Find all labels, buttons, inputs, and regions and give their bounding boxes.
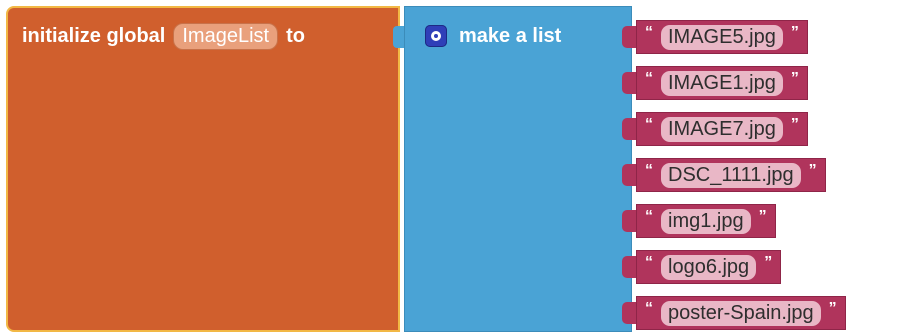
close-quote-icon: ” bbox=[808, 162, 817, 179]
open-quote-icon: “ bbox=[645, 254, 653, 271]
open-quote-icon: “ bbox=[645, 300, 653, 317]
string-block[interactable]: “ poster-Spain.jpg ” bbox=[636, 296, 846, 330]
string-block[interactable]: “ DSC_1111.jpg ” bbox=[636, 158, 826, 192]
close-quote-icon: ” bbox=[828, 300, 837, 317]
open-quote-icon: “ bbox=[645, 70, 653, 87]
string-block[interactable]: “ logo6.jpg ” bbox=[636, 250, 782, 284]
gear-icon[interactable] bbox=[425, 25, 447, 47]
string-block[interactable]: “ IMAGE7.jpg ” bbox=[636, 112, 808, 146]
make-a-list-header: make a list bbox=[425, 20, 561, 52]
string-block[interactable]: “ img1.jpg ” bbox=[636, 204, 776, 238]
open-quote-icon: “ bbox=[645, 162, 653, 179]
initialize-global-block[interactable] bbox=[6, 6, 400, 332]
string-block[interactable]: “ IMAGE5.jpg ” bbox=[636, 20, 808, 54]
to-label: to bbox=[286, 24, 305, 47]
string-value-field[interactable]: DSC_1111.jpg bbox=[661, 162, 801, 188]
close-quote-icon: ” bbox=[790, 24, 799, 41]
close-quote-icon: ” bbox=[790, 70, 799, 87]
close-quote-icon: ” bbox=[790, 116, 799, 133]
initialize-global-label: initialize global bbox=[22, 24, 166, 47]
close-quote-icon: ” bbox=[758, 208, 767, 225]
open-quote-icon: “ bbox=[645, 208, 653, 225]
string-value-field[interactable]: IMAGE5.jpg bbox=[661, 24, 783, 50]
initialize-global-header: initialize global ImageList to bbox=[22, 20, 305, 52]
variable-name-field[interactable]: ImageList bbox=[173, 22, 279, 50]
open-quote-icon: “ bbox=[645, 24, 653, 41]
string-value-field[interactable]: IMAGE1.jpg bbox=[661, 70, 783, 96]
string-value-field[interactable]: logo6.jpg bbox=[661, 254, 757, 280]
string-value-field[interactable]: img1.jpg bbox=[661, 208, 751, 234]
make-a-list-block[interactable] bbox=[404, 6, 632, 332]
close-quote-icon: ” bbox=[764, 254, 773, 271]
string-block[interactable]: “ IMAGE1.jpg ” bbox=[636, 66, 808, 100]
string-value-field[interactable]: poster-Spain.jpg bbox=[661, 300, 821, 326]
string-value-field[interactable]: IMAGE7.jpg bbox=[661, 116, 783, 142]
make-a-list-label: make a list bbox=[459, 24, 562, 47]
open-quote-icon: “ bbox=[645, 116, 653, 133]
